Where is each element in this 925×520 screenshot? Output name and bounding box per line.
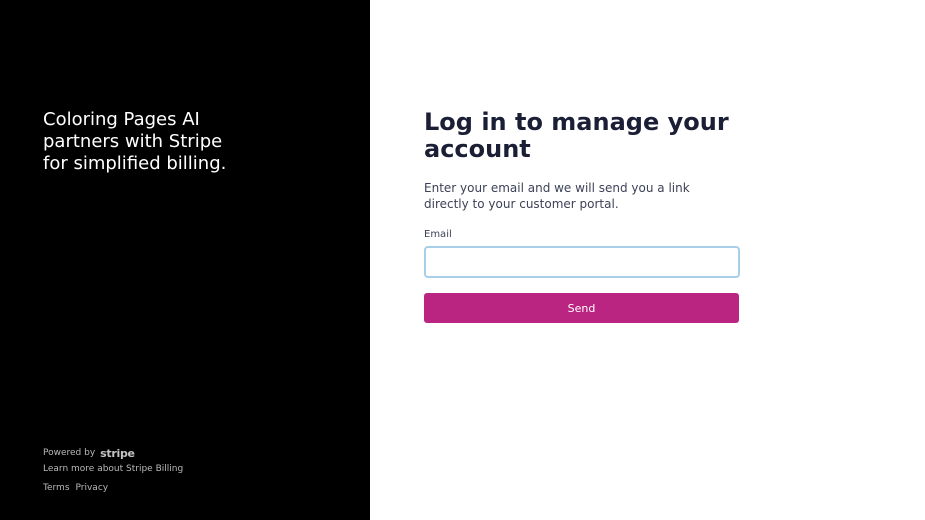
login-panel: Log in to manage your account Enter your…: [370, 0, 925, 520]
legal-links: Terms Privacy: [43, 482, 183, 495]
login-heading: Log in to manage your account: [424, 108, 729, 163]
learn-more-stripe-billing-link[interactable]: Learn more about Stripe Billing: [43, 463, 183, 476]
stripe-footer: Powered by stripe Learn more about Strip…: [43, 446, 183, 495]
business-info-panel: Coloring Pages AI partners with Stripe f…: [0, 0, 370, 520]
send-button[interactable]: Send: [424, 293, 739, 323]
terms-link[interactable]: Terms: [43, 482, 70, 495]
powered-by-row: Powered by stripe: [43, 446, 183, 460]
powered-by-text: Powered by: [43, 448, 96, 458]
email-label: Email: [424, 229, 452, 240]
stripe-logo[interactable]: stripe: [100, 447, 135, 460]
billing-portal-login-page: Coloring Pages AI partners with Stripe f…: [0, 0, 925, 520]
business-tagline: Coloring Pages AI partners with Stripe f…: [43, 109, 227, 174]
login-description: Enter your email and we will send you a …: [424, 181, 690, 211]
privacy-link[interactable]: Privacy: [76, 482, 109, 495]
login-form: Log in to manage your account Enter your…: [424, 109, 740, 323]
email-field[interactable]: [424, 246, 740, 278]
